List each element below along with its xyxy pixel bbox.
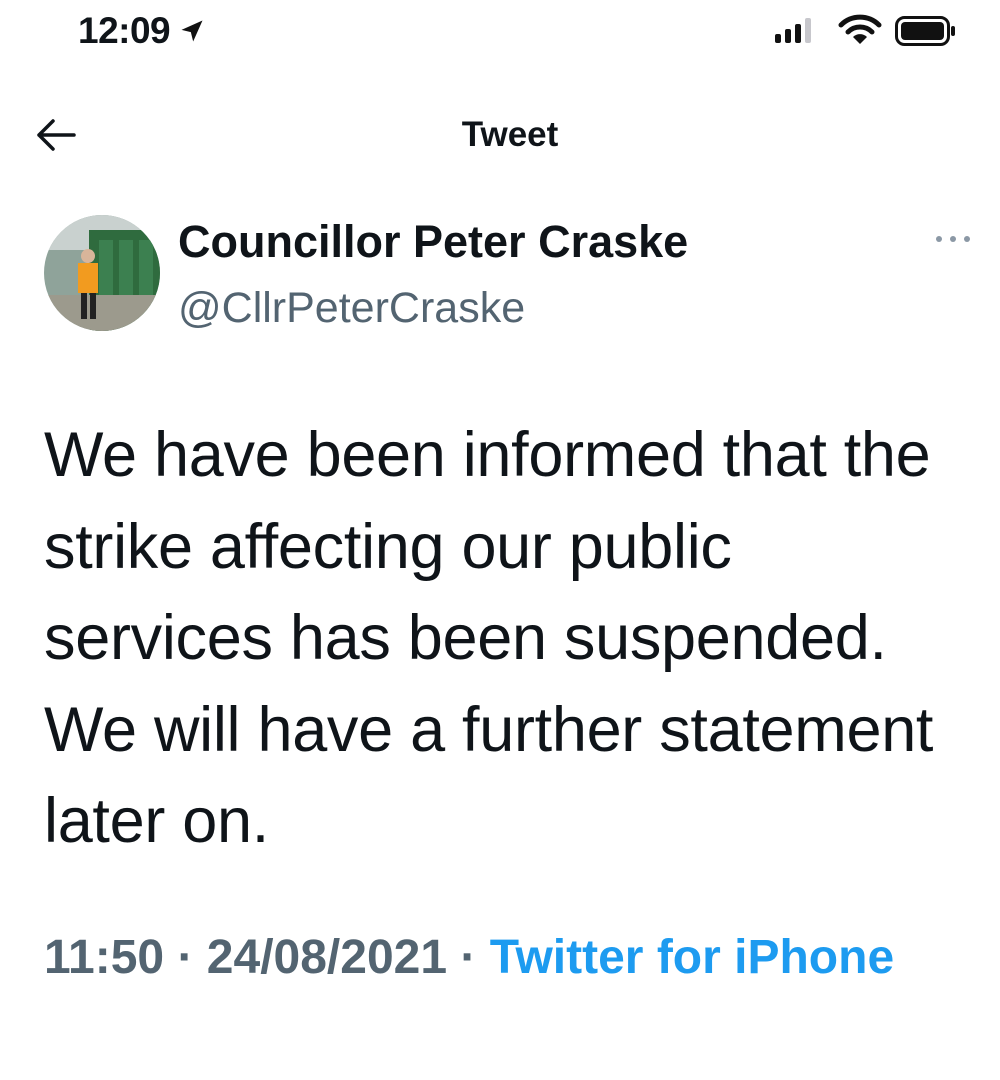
status-time: 12:09	[78, 10, 171, 51]
avatar[interactable]	[44, 215, 160, 331]
status-clock: 12:09	[78, 10, 206, 52]
page-title: Tweet	[461, 115, 559, 154]
tweet-meta: 11:50 · 24/08/2021 · Twitter for iPhone	[44, 922, 924, 994]
tweet-time: 11:50	[44, 931, 165, 984]
cellular-signal-icon	[775, 17, 811, 43]
status-bar: 12:09	[0, 0, 1000, 60]
battery-icon	[895, 16, 955, 46]
tweet-text: We have been informed that the strike af…	[44, 420, 934, 856]
meta-separator: ·	[177, 931, 194, 984]
author-handle[interactable]: @CllrPeterCraske	[178, 284, 525, 333]
location-arrow-icon	[181, 20, 203, 42]
tweet-screen: 12:09 Tweet Councillor Peter Craske @Cll…	[0, 0, 1000, 1080]
author-name[interactable]: Councillor Peter Craske	[178, 216, 688, 268]
meta-separator: ·	[460, 931, 477, 984]
more-dots-icon[interactable]	[933, 232, 973, 246]
tweet-source-link[interactable]: Twitter for iPhone	[490, 931, 894, 984]
tweet-date: 24/08/2021	[206, 931, 448, 984]
wifi-icon	[838, 14, 882, 44]
